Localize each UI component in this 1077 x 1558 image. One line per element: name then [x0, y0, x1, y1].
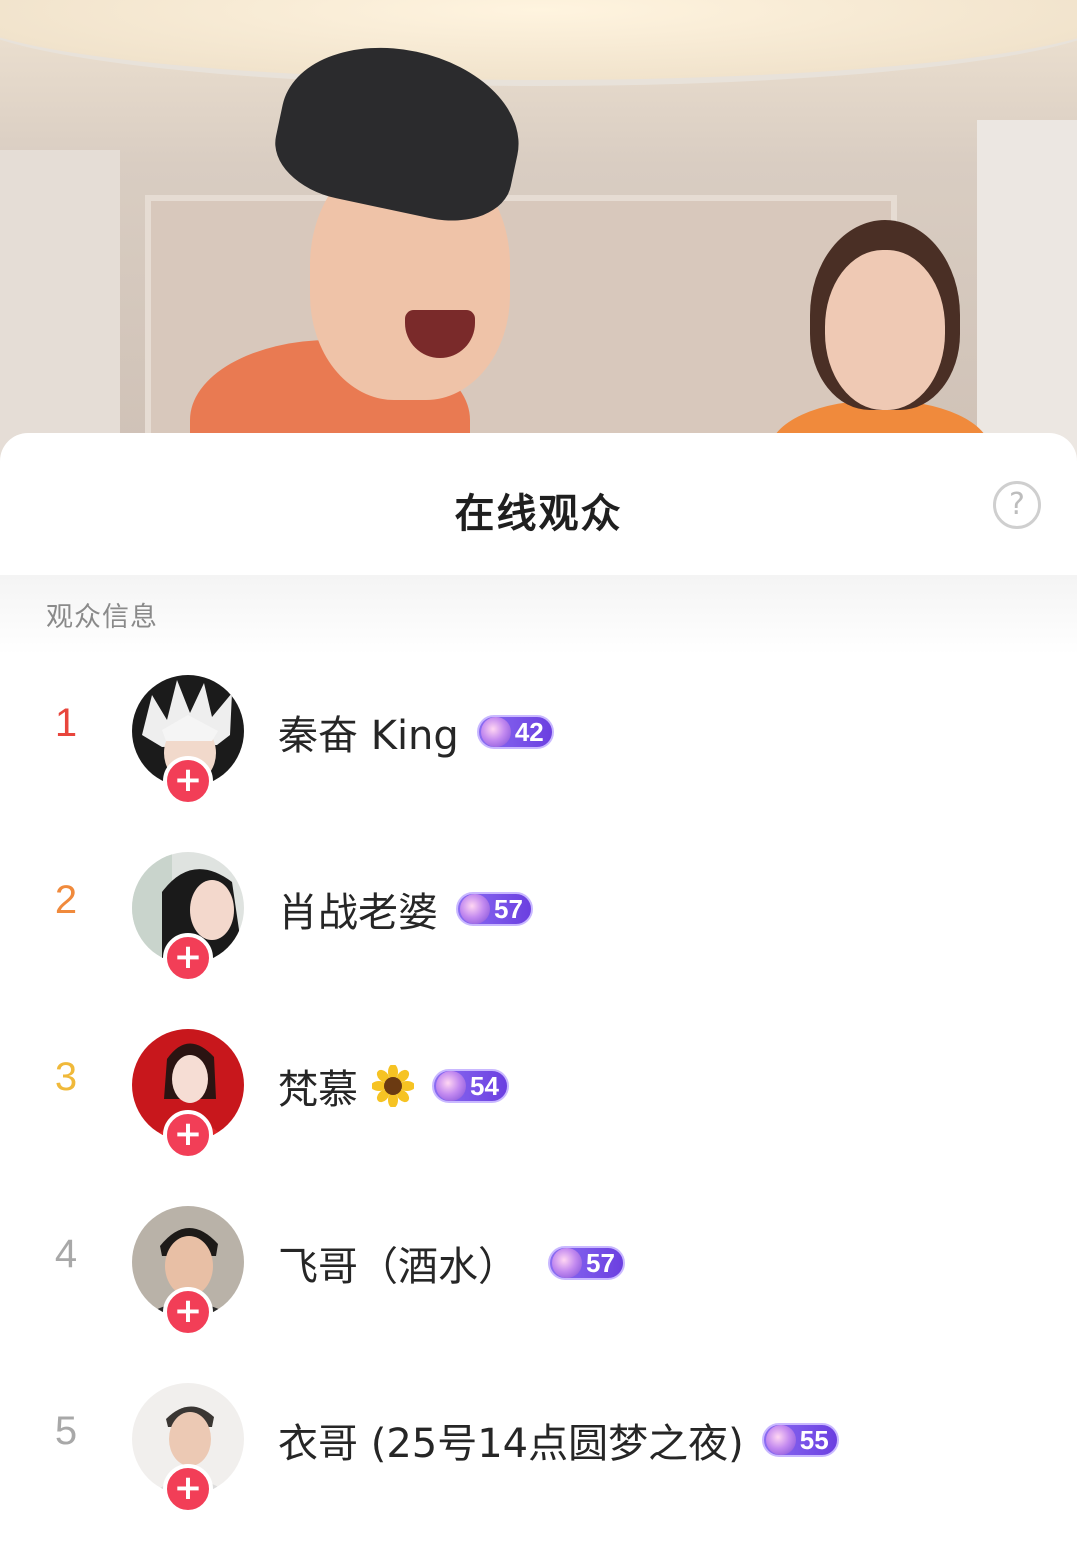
streamer-host — [190, 26, 550, 470]
gem-icon — [552, 1248, 582, 1278]
viewer-name: 肖战老婆 — [278, 890, 438, 936]
level-badge: 57 — [548, 1246, 625, 1280]
rank-number: 2 — [54, 878, 78, 922]
wall — [0, 150, 120, 470]
live-video[interactable] — [0, 0, 1077, 470]
viewer-name-row: 衣哥 (25号14点圆梦之夜) 55 — [278, 1411, 839, 1469]
help-icon[interactable]: ? — [993, 481, 1041, 529]
level-badge: 54 — [432, 1069, 509, 1103]
section-label: 观众信息 — [46, 602, 158, 633]
viewer-row-3[interactable]: 3 + 梵慕 54 — [0, 1019, 1077, 1160]
level-number: 55 — [799, 1424, 829, 1455]
gem-icon — [765, 1425, 796, 1455]
viewer-name: 梵慕 — [278, 1067, 358, 1113]
follow-button[interactable]: + — [163, 1464, 213, 1514]
level-number: 57 — [494, 893, 523, 924]
follow-button[interactable]: + — [163, 756, 213, 806]
viewer-name-row: 梵慕 54 — [278, 1057, 509, 1115]
viewer-name-row: 肖战老婆 57 — [278, 880, 533, 938]
viewer-name-row: 飞哥（酒水） 57 — [278, 1234, 625, 1292]
follow-button[interactable]: + — [163, 933, 213, 983]
level-badge: 55 — [761, 1423, 839, 1457]
level-badge: 57 — [456, 892, 533, 926]
sunflower-icon — [371, 1064, 415, 1108]
viewer-name: 飞哥（酒水） — [278, 1244, 518, 1290]
viewer-name: 衣哥 (25号14点圆梦之夜) — [278, 1421, 744, 1467]
live-room-screen: 在线观众 ? 观众信息 1 + 秦奋 King 42 2 + 肖战老婆 57 3… — [0, 0, 1077, 1558]
rank-number: 5 — [54, 1409, 78, 1453]
follow-button[interactable]: + — [163, 1110, 213, 1160]
rank-number: 4 — [54, 1232, 78, 1276]
online-viewers-sheet: 在线观众 ? 观众信息 1 + 秦奋 King 42 2 + 肖战老婆 57 3… — [0, 433, 1077, 1558]
gem-icon — [480, 717, 511, 747]
follow-button[interactable]: + — [163, 1287, 213, 1337]
level-badge: 42 — [476, 715, 554, 749]
door — [977, 120, 1077, 460]
viewer-row-1[interactable]: 1 + 秦奋 King 42 — [0, 665, 1077, 806]
viewer-row-2[interactable]: 2 + 肖战老婆 57 — [0, 842, 1077, 983]
gem-icon — [460, 894, 490, 924]
level-number: 42 — [514, 716, 544, 747]
rank-number: 1 — [54, 701, 78, 745]
sheet-title: 在线观众 — [454, 491, 623, 537]
sheet-header: 在线观众 ? — [0, 433, 1077, 575]
viewer-name: 秦奋 King — [278, 713, 459, 759]
gem-icon — [436, 1071, 466, 1101]
viewer-row-5[interactable]: 5 + 衣哥 (25号14点圆梦之夜) 55 — [0, 1373, 1077, 1514]
level-number: 54 — [470, 1070, 499, 1101]
viewer-row-4[interactable]: 4 + 飞哥（酒水） 57 — [0, 1196, 1077, 1337]
section-header: 观众信息 — [0, 575, 1077, 655]
rank-number: 3 — [54, 1055, 78, 1099]
level-number: 57 — [586, 1247, 615, 1278]
viewer-name-row: 秦奋 King 42 — [278, 703, 554, 761]
